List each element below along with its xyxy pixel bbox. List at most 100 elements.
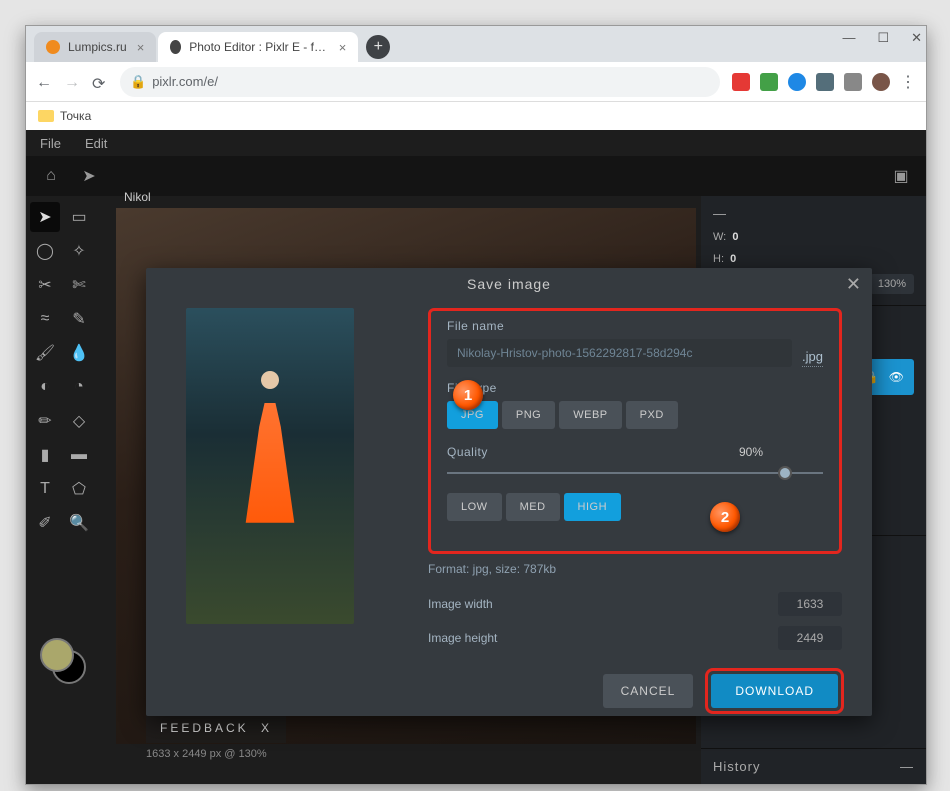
filetype-pxd-button[interactable]: PXD	[626, 401, 678, 429]
cut-tool-icon[interactable]: ✄	[64, 270, 94, 300]
foreground-color-icon[interactable]	[40, 638, 74, 672]
favicon-icon	[170, 40, 181, 54]
browser-toolbar: ← → ⟳ 🔒 pixlr.com/e/ ⋮	[26, 62, 926, 102]
eraser-tool-icon[interactable]: ◇	[64, 406, 94, 436]
liquify-tool-icon[interactable]: ≈	[30, 304, 60, 334]
blur-tool-icon[interactable]: 💧	[64, 338, 94, 368]
bookmarks-bar: Точка	[26, 102, 926, 130]
close-icon[interactable]: ✕	[846, 274, 862, 295]
document-tab[interactable]: Nikol	[116, 186, 159, 208]
dialog-footer: CANCEL DOWNLOAD	[146, 668, 872, 730]
browser-tab[interactable]: Lumpics.ru ×	[34, 32, 156, 62]
dodge-tool-icon[interactable]: ◐	[30, 372, 60, 402]
fill-tool-icon[interactable]: ▮	[30, 440, 60, 470]
label-filename: File name	[447, 319, 823, 333]
app-toolbar: ⌂ ➤ ▣	[26, 156, 926, 196]
menu-icon[interactable]: ⋮	[900, 72, 916, 92]
height-readout: H: 0	[713, 253, 736, 265]
brush-tool-icon[interactable]: 🖌	[30, 338, 60, 368]
save-preview-pane	[166, 304, 418, 664]
file-extension[interactable]: .jpg	[802, 349, 823, 367]
marquee-tool-icon[interactable]: ▭	[64, 202, 94, 232]
shape-tool-icon[interactable]: ⬠	[64, 474, 94, 504]
filetype-png-button[interactable]: PNG	[502, 401, 555, 429]
clone-tool-icon[interactable]: ✎	[64, 304, 94, 334]
label-filetype: File type	[447, 381, 823, 395]
bookmark-item[interactable]: Точка	[60, 109, 91, 123]
visibility-icon[interactable]: 👁	[889, 370, 904, 384]
menu-edit[interactable]: Edit	[85, 136, 107, 151]
label-quality: Quality	[447, 445, 488, 459]
close-icon[interactable]: ×	[137, 40, 145, 55]
text-tool-icon[interactable]: T	[30, 474, 60, 504]
arrow-tool-icon[interactable]: ➤	[30, 202, 60, 232]
dress-shape-icon	[243, 403, 297, 523]
marker-1-icon: 1	[453, 380, 483, 410]
pixlr-app: File Edit ⌂ ➤ ▣ Nikol FEEDBACK X 1633 x …	[26, 130, 926, 784]
save-fields: File name .jpg File type JPG PNG WEBP PX…	[418, 304, 852, 664]
pointer-icon[interactable]: ➤	[74, 161, 104, 191]
crop-tool-icon[interactable]: ✂	[30, 270, 60, 300]
download-button[interactable]: DOWNLOAD	[711, 674, 838, 708]
window-controls: — ☐ ✕	[842, 30, 922, 46]
extension-icon[interactable]	[816, 73, 834, 91]
label-height: Image height	[428, 631, 497, 645]
url-text: pixlr.com/e/	[152, 74, 218, 89]
canvas-info: 1633 x 2449 px @ 130%	[146, 748, 267, 760]
filetype-webp-button[interactable]: WEBP	[559, 401, 621, 429]
highlight-save-settings: File name .jpg File type JPG PNG WEBP PX…	[428, 308, 842, 554]
marker-2-icon: 2	[710, 502, 740, 532]
width-input[interactable]	[778, 592, 842, 616]
zoom-value: 130%	[870, 274, 914, 294]
new-tab-button[interactable]: +	[366, 35, 390, 59]
back-icon[interactable]: ←	[36, 74, 52, 90]
minus-icon[interactable]: —	[900, 759, 914, 774]
minus-icon[interactable]: —	[713, 206, 727, 221]
address-bar[interactable]: 🔒 pixlr.com/e/	[120, 67, 720, 97]
width-readout: W: 0	[713, 231, 739, 243]
browser-tabstrip: Lumpics.ru × Photo Editor : Pixlr E - fr…	[26, 26, 926, 62]
close-icon[interactable]: ×	[339, 40, 347, 55]
panel-toggle-icon[interactable]: ▣	[886, 161, 916, 191]
dialog-header: Save image ✕	[146, 268, 872, 300]
extension-icon[interactable]	[760, 73, 778, 91]
maximize-icon[interactable]: ☐	[877, 30, 889, 46]
filename-input[interactable]	[447, 339, 792, 367]
cancel-button[interactable]: CANCEL	[603, 674, 694, 708]
extension-icon[interactable]	[844, 73, 862, 91]
zoom-tool-icon[interactable]: 🔍	[64, 508, 94, 538]
extension-icon[interactable]	[732, 73, 750, 91]
quality-med-button[interactable]: MED	[506, 493, 560, 521]
highlight-download: DOWNLOAD	[705, 668, 844, 714]
height-input[interactable]	[778, 626, 842, 650]
favicon-icon	[46, 40, 60, 54]
lock-icon: 🔒	[130, 74, 146, 90]
menu-file[interactable]: File	[40, 136, 61, 151]
lasso-tool-icon[interactable]: ◯	[30, 236, 60, 266]
browser-tab[interactable]: Photo Editor : Pixlr E - free image ×	[158, 32, 358, 62]
quality-low-button[interactable]: LOW	[447, 493, 502, 521]
tool-palette: ➤ ▭ ◯ ✧ ✂ ✄ ≈ ✎ 🖌 💧 ◐ ◔ ✏ ◇ ▮ ▬ T ⬠ ✐ 🔍	[26, 196, 102, 784]
avatar[interactable]	[872, 73, 890, 91]
close-window-icon[interactable]: ✕	[911, 30, 922, 46]
history-label: History	[713, 759, 760, 774]
eyedropper-tool-icon[interactable]: ✐	[30, 508, 60, 538]
quality-value: 90%	[739, 445, 763, 459]
slider-track-icon	[447, 472, 823, 474]
reload-icon[interactable]: ⟳	[92, 74, 108, 90]
quality-slider[interactable]	[447, 463, 823, 483]
quality-high-button[interactable]: HIGH	[564, 493, 622, 521]
extension-icon[interactable]	[788, 73, 806, 91]
sponge-tool-icon[interactable]: ◔	[64, 372, 94, 402]
minimize-icon[interactable]: —	[842, 30, 855, 46]
slider-thumb-icon[interactable]	[778, 466, 792, 480]
pen-tool-icon[interactable]: ✏	[30, 406, 60, 436]
gradient-tool-icon[interactable]: ▬	[64, 440, 94, 470]
forward-icon[interactable]: →	[64, 74, 80, 90]
wand-tool-icon[interactable]: ✧	[64, 236, 94, 266]
history-panel-header[interactable]: History —	[701, 748, 926, 784]
preview-image	[186, 308, 354, 624]
color-swatches[interactable]	[40, 638, 86, 684]
home-icon[interactable]: ⌂	[36, 161, 66, 191]
tab-title: Photo Editor : Pixlr E - free image	[189, 40, 328, 54]
